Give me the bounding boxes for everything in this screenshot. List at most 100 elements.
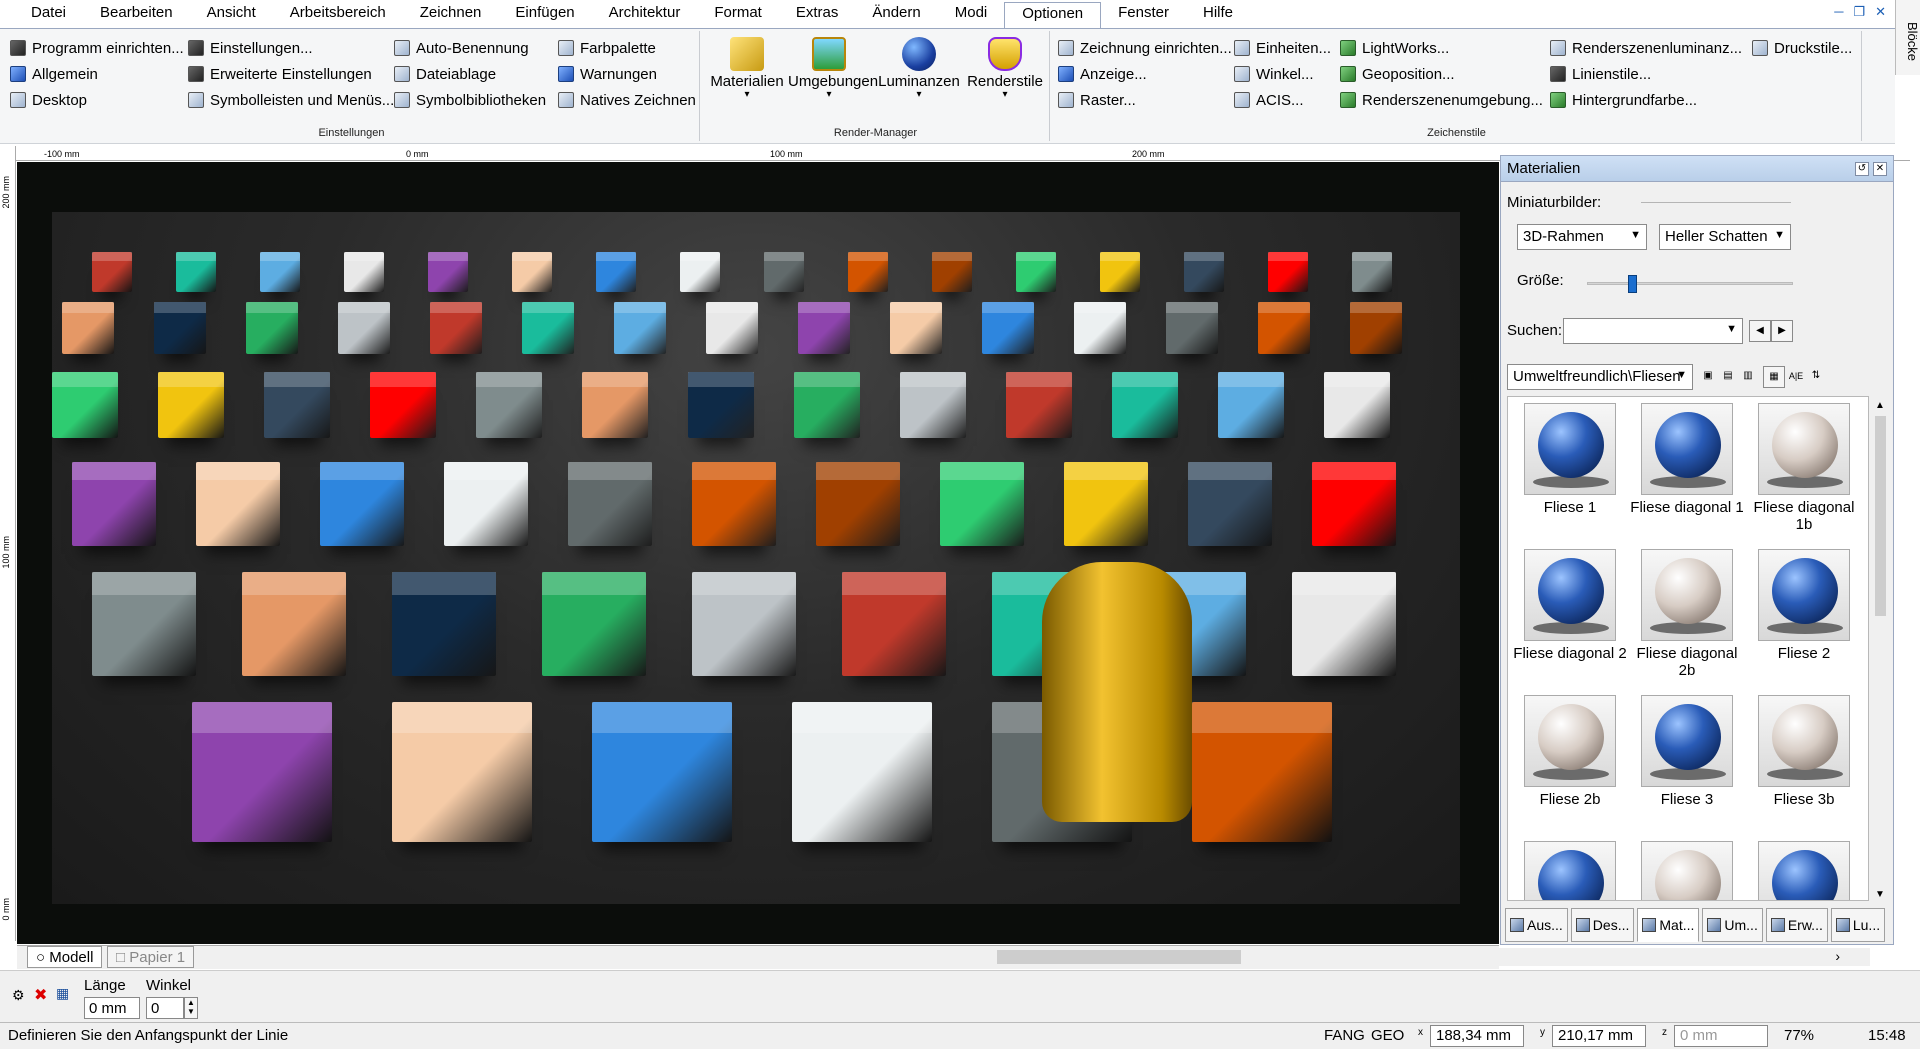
scrollbar-thumb[interactable] [1875, 416, 1886, 616]
ribbon-linienstile[interactable]: Linienstile... [1550, 63, 1651, 85]
ribbon-farbpalette[interactable]: Farbpalette [558, 37, 656, 59]
material-thumbnail[interactable]: Fliese 2 [1746, 549, 1862, 689]
material-thumbnail[interactable]: Fliese diagonal 2b [1629, 549, 1745, 689]
ribbon-raster[interactable]: Raster... [1058, 89, 1136, 111]
ribbon-geoposition[interactable]: Geoposition... [1340, 63, 1455, 85]
menu-datei[interactable]: Datei [14, 2, 83, 28]
panel-tab[interactable]: Des... [1570, 908, 1635, 942]
scroll-down-icon[interactable]: ▼ [1875, 889, 1885, 900]
material-thumbnail[interactable] [1512, 841, 1628, 900]
frame-select[interactable]: 3D-Rahmen ▼ [1517, 224, 1647, 250]
x-coordinate-field[interactable]: 188,34 mm [1430, 1025, 1524, 1047]
scroll-up-icon[interactable]: ▲ [1875, 400, 1885, 411]
menu-fenster[interactable]: Fenster [1101, 2, 1186, 28]
ribbon-auto-benennung[interactable]: Auto-Benennung [394, 37, 529, 59]
material-thumbnail[interactable]: Fliese diagonal 2 [1512, 549, 1628, 689]
material-thumbnail[interactable]: Fliese diagonal 1 [1629, 403, 1745, 543]
menu-einfügen[interactable]: Einfügen [498, 2, 591, 28]
calculator-icon[interactable]: ▦ [56, 985, 69, 1002]
ribbon-renderszenenluminanz[interactable]: Renderszenenluminanz... [1550, 37, 1742, 59]
render-materialien-button[interactable]: Materialien ▾ [706, 33, 788, 100]
snap-toggle[interactable]: FANG [1324, 1027, 1365, 1044]
copy-material-icon[interactable]: ▥ [1737, 366, 1759, 388]
ribbon-druckstile[interactable]: Druckstile... [1752, 37, 1852, 59]
ribbon-renderszenenumgebung[interactable]: Renderszenenumgebung... [1340, 89, 1543, 111]
menu-ändern[interactable]: Ändern [855, 2, 937, 28]
side-tab-blocks[interactable]: Blöcke [1895, 0, 1920, 75]
tab-modell[interactable]: ○ Modell [27, 946, 103, 968]
edit-material-icon[interactable]: ▤ [1717, 366, 1739, 388]
ribbon-anzeige[interactable]: Anzeige... [1058, 63, 1147, 85]
panel-tab[interactable]: Erw... [1765, 908, 1828, 942]
shadow-select[interactable]: Heller Schatten ▼ [1659, 224, 1791, 250]
scrollbar-thumb[interactable] [997, 950, 1241, 964]
ribbon-symbolbibliotheken[interactable]: Symbolbibliotheken [394, 89, 546, 111]
thumbnails-scrollbar[interactable]: ▲ ▼ [1872, 400, 1889, 900]
ribbon-dateiablage[interactable]: Dateiablage [394, 63, 496, 85]
angle-field[interactable]: 0 [146, 997, 184, 1019]
filter-icon[interactable]: ⇅ [1805, 366, 1827, 388]
menu-arbeitsbereich[interactable]: Arbeitsbereich [273, 2, 403, 28]
material-thumbnail[interactable]: Fliese 2b [1512, 695, 1628, 835]
ribbon-einstellungen[interactable]: Einstellungen... [188, 37, 313, 59]
render-luminanzen-button[interactable]: Luminanzen ▾ [878, 33, 960, 100]
view-mode-icon[interactable]: ▦ [1763, 366, 1785, 388]
ribbon-allgemein[interactable]: Allgemein [10, 63, 98, 85]
ribbon-erweiterte-einstellungen[interactable]: Erweiterte Einstellungen [188, 63, 372, 85]
ribbon-acis[interactable]: ACIS... [1234, 89, 1304, 111]
ribbon-einheiten[interactable]: Einheiten... [1234, 37, 1331, 59]
material-thumbnail[interactable] [1629, 841, 1745, 900]
ribbon-desktop[interactable]: Desktop [10, 89, 87, 111]
menu-hilfe[interactable]: Hilfe [1186, 2, 1250, 28]
ribbon-warnungen[interactable]: Warnungen [558, 63, 657, 85]
material-thumbnail[interactable] [1746, 841, 1862, 900]
menu-zeichnen[interactable]: Zeichnen [403, 2, 499, 28]
material-thumbnail[interactable]: Fliese diagonal 1b [1746, 403, 1862, 543]
ribbon-winkel[interactable]: Winkel... [1234, 63, 1314, 85]
search-next-button[interactable]: ▶ [1771, 320, 1793, 342]
panel-tab[interactable]: Lu... [1830, 908, 1886, 942]
menu-architektur[interactable]: Architektur [592, 2, 698, 28]
size-slider[interactable] [1587, 282, 1793, 285]
menu-ansicht[interactable]: Ansicht [190, 2, 273, 28]
menu-format[interactable]: Format [697, 2, 779, 28]
scroll-right-icon[interactable]: › [1835, 948, 1840, 964]
length-field[interactable]: 0 mm [84, 997, 140, 1019]
tab-papier-1[interactable]: □ Papier 1 [107, 946, 195, 968]
ribbon-programm-einrichten[interactable]: Programm einrichten... [10, 37, 184, 59]
material-thumbnail[interactable]: Fliese 3 [1629, 695, 1745, 835]
geo-toggle[interactable]: GEO [1371, 1027, 1404, 1044]
ribbon-zeichnung-einrichten[interactable]: Zeichnung einrichten... [1058, 37, 1232, 59]
minimize-icon[interactable]: ─ [1834, 4, 1843, 20]
menu-modi[interactable]: Modi [938, 2, 1005, 28]
material-thumbnail[interactable]: Fliese 3b [1746, 695, 1862, 835]
panel-tab[interactable]: Mat... [1637, 908, 1700, 942]
z-coordinate-field[interactable]: 0 mm [1674, 1025, 1768, 1047]
panel-tab[interactable]: Aus... [1505, 908, 1568, 942]
close-icon[interactable]: ✕ [1873, 162, 1887, 176]
ribbon-symbolleisten[interactable]: Symbolleisten und Menüs... [188, 89, 394, 111]
render-renderstile-button[interactable]: Renderstile ▾ [964, 33, 1046, 100]
material-thumbnail[interactable]: Fliese 1 [1512, 403, 1628, 543]
category-select[interactable]: Umweltfreundlich\Fliesen ▼ [1507, 364, 1693, 390]
angle-stepper[interactable]: ▲ ▼ [184, 997, 198, 1019]
render-umgebungen-button[interactable]: Umgebungen ▾ [788, 33, 878, 100]
new-material-icon[interactable]: ▣ [1697, 366, 1719, 388]
menu-extras[interactable]: Extras [779, 2, 856, 28]
y-coordinate-field[interactable]: 210,17 mm [1552, 1025, 1646, 1047]
horizontal-scrollbar[interactable]: › [220, 948, 1870, 966]
zoom-level[interactable]: 77% [1784, 1027, 1814, 1044]
tools-icon[interactable]: ⚙ [12, 987, 25, 1004]
panel-tab[interactable]: Um... [1702, 908, 1763, 942]
search-input[interactable]: ▼ [1563, 318, 1743, 344]
search-prev-button[interactable]: ◀ [1749, 320, 1771, 342]
menu-bearbeiten[interactable]: Bearbeiten [83, 2, 190, 28]
drawing-viewport[interactable] [17, 162, 1499, 944]
pin-icon[interactable]: ↺ [1855, 162, 1869, 176]
restore-icon[interactable]: ❐ [1853, 4, 1865, 20]
size-slider-thumb[interactable] [1628, 275, 1638, 293]
ribbon-natives-zeichnen[interactable]: Natives Zeichnen [558, 89, 696, 111]
menu-optionen[interactable]: Optionen [1004, 2, 1102, 28]
sort-icon[interactable]: A|E [1785, 366, 1807, 388]
close-icon[interactable]: ✕ [1875, 4, 1886, 20]
